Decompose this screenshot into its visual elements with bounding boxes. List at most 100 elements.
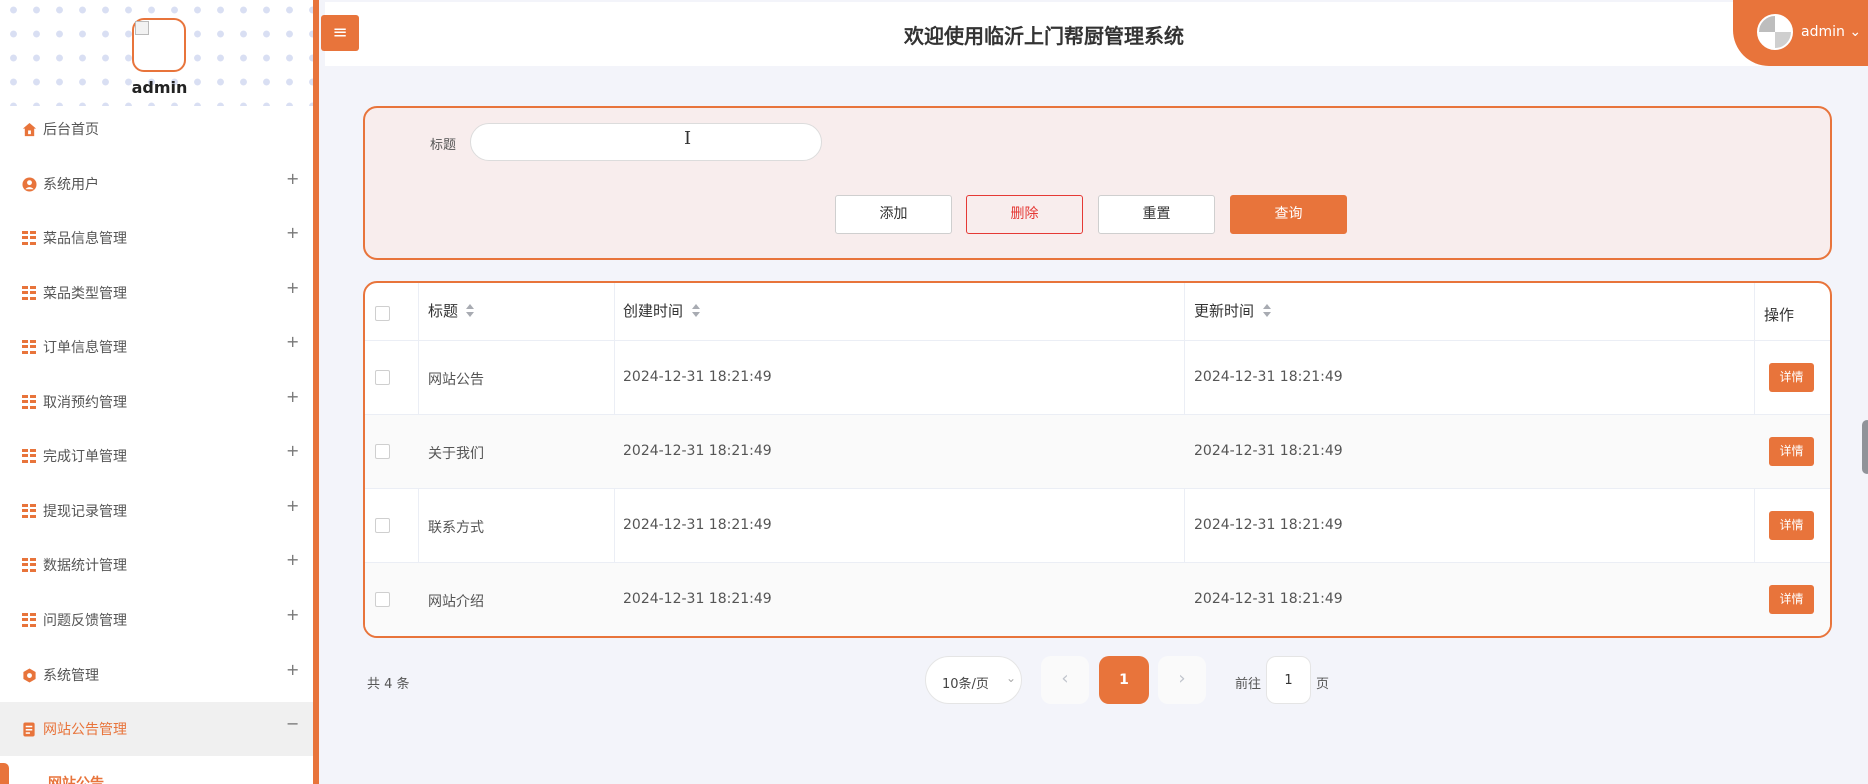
detail-button[interactable]: 详情: [1769, 511, 1814, 540]
sidebar-username: admin: [131, 78, 188, 97]
collapse-minus-icon[interactable]: −: [286, 714, 299, 733]
column-header-title[interactable]: 标题: [428, 300, 458, 321]
user-icon: [22, 177, 37, 192]
gear-icon: [22, 668, 36, 683]
expand-plus-icon[interactable]: +: [286, 332, 299, 351]
row-checkbox[interactable]: [375, 592, 390, 607]
sidebar-header: admin: [0, 0, 313, 106]
broken-image-icon: [135, 21, 149, 35]
reset-button[interactable]: 重置: [1098, 195, 1215, 234]
sidebar-item-system-users[interactable]: 系统用户 +: [0, 157, 313, 211]
next-page-button[interactable]: ›: [1158, 656, 1206, 704]
query-button[interactable]: 查询: [1230, 195, 1347, 234]
sidebar-item-cancel-booking[interactable]: 取消预约管理 +: [0, 375, 313, 429]
expand-plus-icon[interactable]: +: [286, 496, 299, 515]
grid-icon: [22, 231, 36, 245]
document-icon: [22, 722, 36, 737]
table-row: 网站公告 2024-12-31 18:21:49 2024-12-31 18:2…: [365, 340, 1830, 414]
user-avatar: [1757, 14, 1793, 50]
sort-icon[interactable]: [1263, 304, 1271, 318]
sidebar-item-label: 系统用户: [43, 177, 99, 193]
column-header-updated[interactable]: 更新时间: [1194, 300, 1254, 321]
page-title: 欢迎使用临沂上门帮厨管理系统: [904, 24, 1184, 48]
grid-icon: [22, 395, 36, 409]
sidebar-item-label: 网站公告管理: [43, 722, 127, 738]
expand-plus-icon[interactable]: +: [286, 278, 299, 297]
announcement-table: 标题 创建时间 更新时间 操作 网站公告 2024-12-31 18:21:49…: [363, 281, 1832, 638]
grid-icon: [22, 286, 36, 300]
sidebar-item-label: 系统管理: [43, 668, 99, 684]
detail-button[interactable]: 详情: [1769, 585, 1814, 614]
expand-plus-icon[interactable]: +: [286, 441, 299, 460]
sidebar-subitem-announcements[interactable]: 网站公告: [0, 763, 313, 784]
table-row: 关于我们 2024-12-31 18:21:49 2024-12-31 18:2…: [365, 414, 1830, 488]
avatar[interactable]: [132, 18, 186, 72]
detail-button[interactable]: 详情: [1769, 363, 1814, 392]
expand-plus-icon[interactable]: +: [286, 660, 299, 679]
sidebar-subitem-label: 网站公告: [48, 776, 104, 784]
delete-button[interactable]: 删除: [966, 195, 1083, 234]
chevron-down-icon: ⌄: [1849, 24, 1862, 40]
table-row: 网站介绍 2024-12-31 18:21:49 2024-12-31 18:2…: [365, 562, 1830, 636]
text-cursor-icon: I: [684, 128, 692, 149]
user-menu[interactable]: admin ⌄: [1733, 0, 1868, 66]
select-all-checkbox[interactable]: [375, 306, 390, 321]
chevron-down-icon: ⌄: [1006, 671, 1017, 685]
detail-button[interactable]: 详情: [1769, 437, 1814, 466]
cell-created: 2024-12-31 18:21:49: [623, 443, 772, 459]
cell-title: 联系方式: [428, 520, 484, 536]
sidebar-item-feedback[interactable]: 问题反馈管理 +: [0, 593, 313, 647]
title-search-input[interactable]: [470, 123, 822, 161]
table-row: 联系方式 2024-12-31 18:21:49 2024-12-31 18:2…: [365, 488, 1830, 562]
column-header-actions: 操作: [1764, 306, 1795, 324]
sidebar-item-label: 订单信息管理: [43, 340, 127, 356]
cell-updated: 2024-12-31 18:21:49: [1194, 517, 1343, 533]
row-checkbox[interactable]: [375, 370, 390, 385]
cell-updated: 2024-12-31 18:21:49: [1194, 369, 1343, 385]
expand-plus-icon[interactable]: +: [286, 387, 299, 406]
sidebar-item-dish-info[interactable]: 菜品信息管理 +: [0, 211, 313, 265]
expand-plus-icon[interactable]: +: [286, 223, 299, 242]
expand-plus-icon[interactable]: +: [286, 605, 299, 624]
grid-icon: [22, 340, 36, 354]
sidebar-item-statistics[interactable]: 数据统计管理 +: [0, 538, 313, 592]
column-header-created[interactable]: 创建时间: [623, 300, 683, 321]
sidebar-item-label: 提现记录管理: [43, 504, 127, 520]
cell-updated: 2024-12-31 18:21:49: [1194, 443, 1343, 459]
pagination-total: 共 4 条: [367, 677, 410, 692]
cell-created: 2024-12-31 18:21:49: [623, 591, 772, 607]
sidebar-item-system-settings[interactable]: 系统管理 +: [0, 648, 313, 702]
grid-icon: [22, 449, 36, 463]
sidebar-item-order-info[interactable]: 订单信息管理 +: [0, 320, 313, 374]
sidebar-item-dashboard[interactable]: 后台首页: [0, 102, 313, 156]
sidebar-item-dish-type[interactable]: 菜品类型管理 +: [0, 266, 313, 320]
sidebar-item-withdrawals[interactable]: 提现记录管理 +: [0, 484, 313, 538]
sort-icon[interactable]: [692, 304, 700, 318]
page-number-current[interactable]: 1: [1099, 656, 1149, 704]
sidebar-item-label: 问题反馈管理: [43, 613, 127, 629]
cell-title: 网站介绍: [428, 594, 484, 610]
sidebar-item-label: 完成订单管理: [43, 449, 127, 465]
row-checkbox[interactable]: [375, 444, 390, 459]
expand-plus-icon[interactable]: +: [286, 169, 299, 188]
cell-title: 网站公告: [428, 372, 484, 388]
sort-icon[interactable]: [466, 304, 474, 318]
add-button[interactable]: 添加: [835, 195, 952, 234]
page-size-select[interactable]: 10条/页 ⌄: [925, 656, 1022, 704]
cell-title: 关于我们: [428, 446, 484, 462]
goto-suffix-label: 页: [1316, 677, 1330, 692]
sidebar-item-completed-orders[interactable]: 完成订单管理 +: [0, 429, 313, 483]
cell-created: 2024-12-31 18:21:49: [623, 369, 772, 385]
scrollbar-handle[interactable]: [1862, 420, 1868, 474]
prev-page-button[interactable]: ‹: [1041, 656, 1089, 704]
active-indicator: [0, 763, 9, 784]
grid-icon: [22, 613, 36, 627]
sidebar: admin 后台首页 系统用户 + 菜品信息管理 + 菜品类型管理 + 订单信息…: [0, 0, 319, 784]
row-checkbox[interactable]: [375, 518, 390, 533]
grid-icon: [22, 504, 36, 518]
sidebar-item-label: 后台首页: [43, 122, 99, 138]
goto-page-input[interactable]: [1266, 656, 1311, 704]
expand-plus-icon[interactable]: +: [286, 550, 299, 569]
sidebar-item-site-announcements[interactable]: 网站公告管理 −: [0, 702, 313, 756]
cell-created: 2024-12-31 18:21:49: [623, 517, 772, 533]
